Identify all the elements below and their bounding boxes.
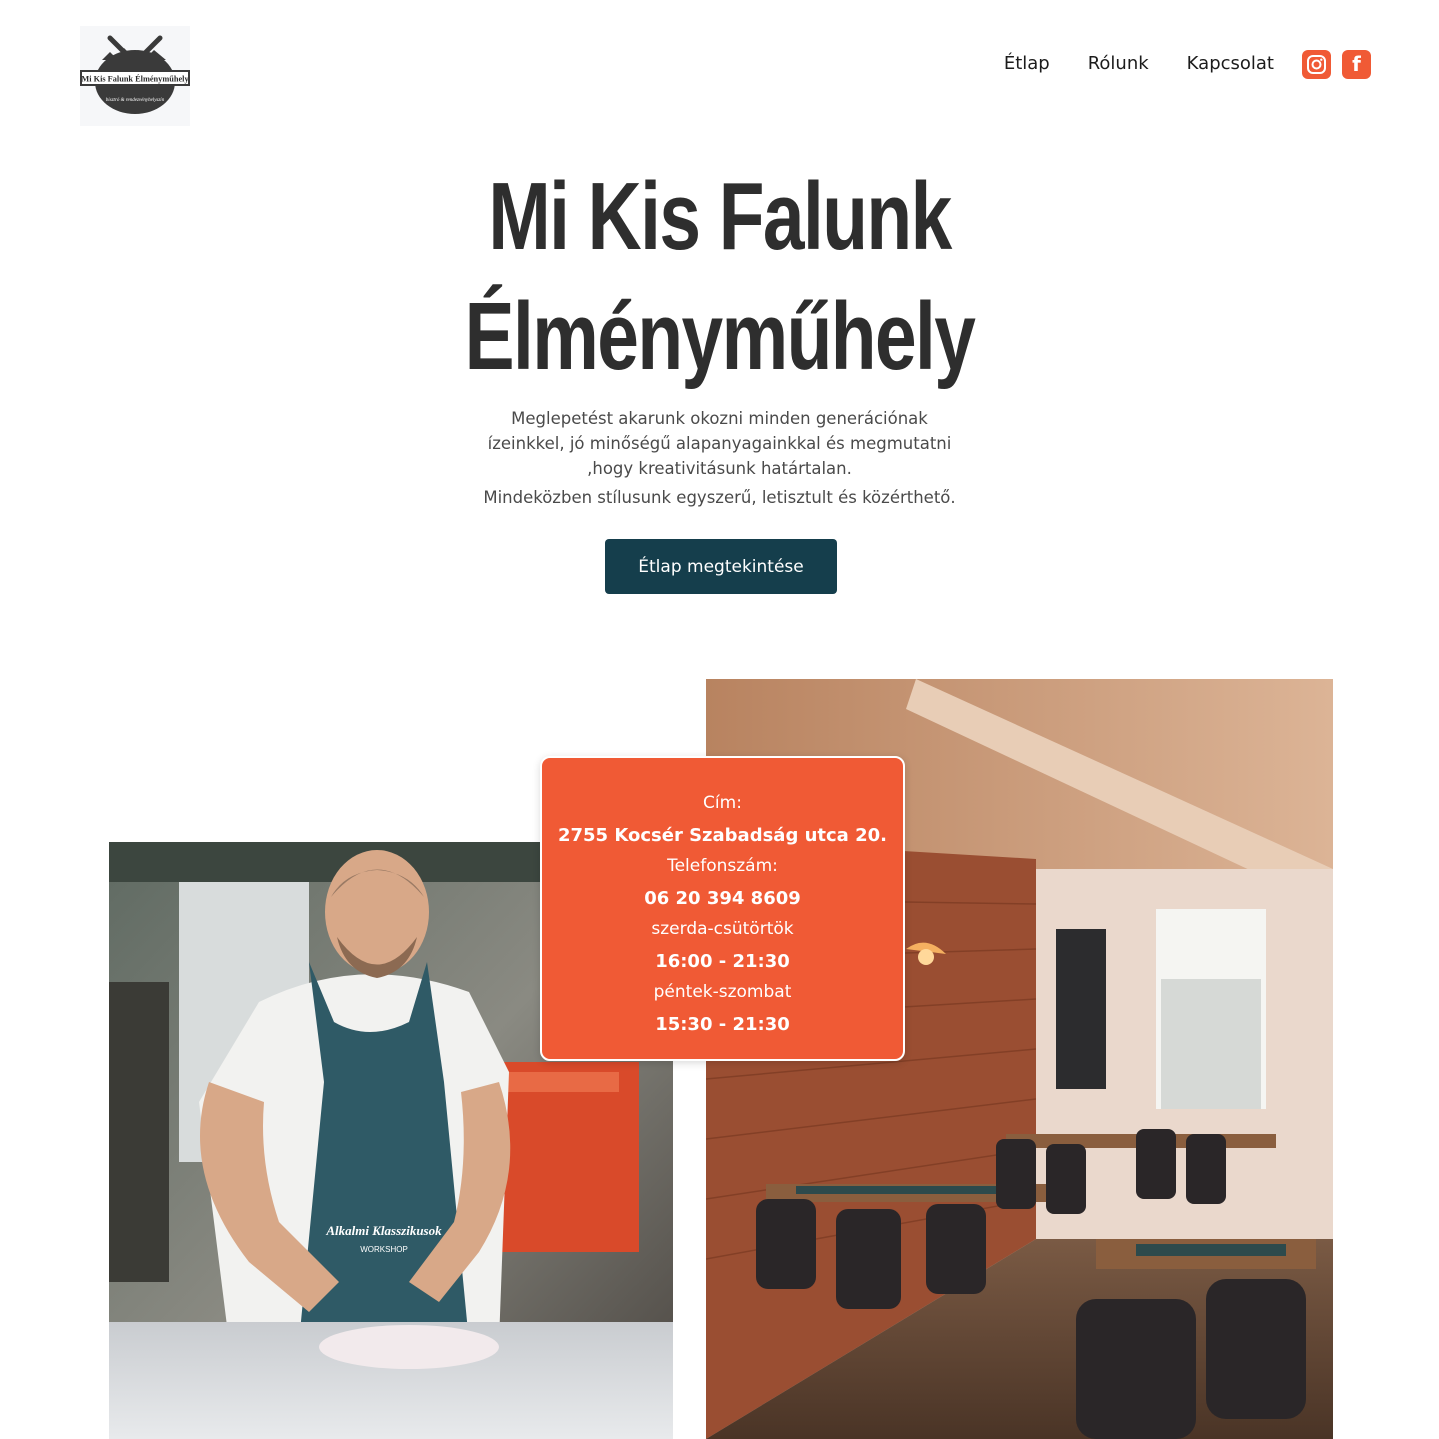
phone-label: Telefonszám: bbox=[667, 856, 778, 876]
hero-subdescription: Mindeközben stílusunk egyszerű, letisztu… bbox=[483, 488, 956, 507]
apron-subtext: WORKSHOP bbox=[360, 1245, 408, 1254]
hero-description-line1: Meglepetést akarunk okozni minden generá… bbox=[511, 409, 928, 428]
hero-description-line2: ízeinkkel, jó minőségű alapanyagainkkal … bbox=[487, 434, 952, 453]
instagram-icon[interactable] bbox=[1302, 49, 1331, 79]
nav-item-kapcsolat[interactable]: Kapcsolat bbox=[1187, 44, 1274, 84]
logo-subtext: bisztró & rendezvényhelyszín bbox=[106, 98, 165, 103]
facebook-icon[interactable]: f bbox=[1342, 49, 1371, 79]
hero-title-line2: Élményműhely bbox=[464, 283, 976, 390]
facebook-glyph: f bbox=[1352, 51, 1361, 76]
nav-item-rolunk[interactable]: Rólunk bbox=[1088, 44, 1149, 84]
contact-info-card: Cím: 2755 Kocsér Szabadság utca 20. Tele… bbox=[540, 756, 905, 1061]
hero-description-line3: ,hogy kreativitásunk határtalan. bbox=[587, 459, 852, 478]
apron-text: Alkalmi Klasszikusok bbox=[325, 1223, 442, 1238]
hero-description: Meglepetést akarunk okozni minden generá… bbox=[0, 406, 1439, 481]
main-nav: Étlap Rólunk Kapcsolat f bbox=[1004, 44, 1371, 84]
opening-days-2: péntek-szombat bbox=[653, 982, 792, 1002]
opening-hours-2: 15:30 - 21:30 bbox=[655, 1013, 790, 1035]
logo-text: Mi Kis Falunk Élményműhely bbox=[81, 74, 189, 84]
opening-hours-1: 16:00 - 21:30 bbox=[655, 950, 790, 972]
view-menu-button[interactable]: Étlap megtekintése bbox=[605, 539, 837, 594]
site-logo[interactable]: Mi Kis Falunk Élményműhely bisztró & ren… bbox=[80, 26, 190, 126]
phone-value[interactable]: 06 20 394 8609 bbox=[542, 883, 903, 915]
social-links: f bbox=[1302, 49, 1371, 79]
address-label: Cím: bbox=[703, 793, 742, 813]
hero-title-line1: Mi Kis Falunk bbox=[488, 163, 952, 270]
opening-days-1: szerda-csütörtök bbox=[651, 919, 794, 939]
address-value: 2755 Kocsér Szabadság utca 20. bbox=[557, 824, 887, 846]
nav-item-etlap[interactable]: Étlap bbox=[1004, 44, 1050, 84]
